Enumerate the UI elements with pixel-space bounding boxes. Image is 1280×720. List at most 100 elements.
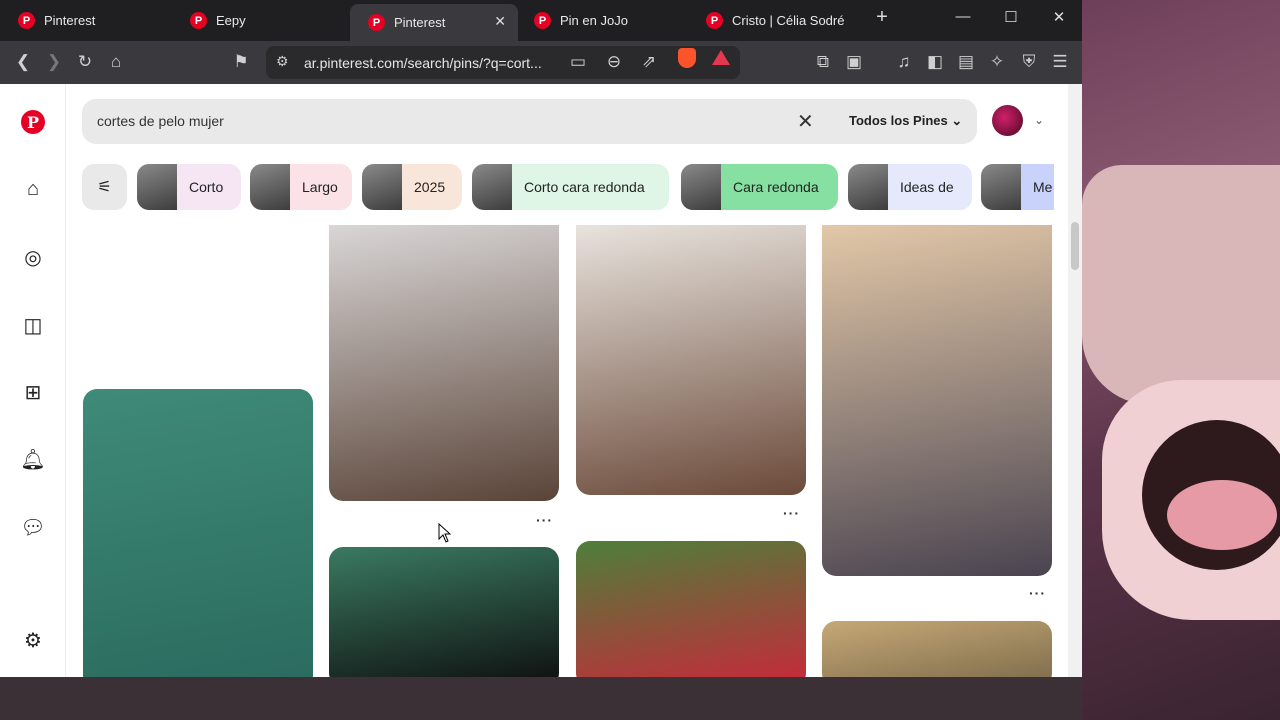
explore-compass-icon[interactable]: ◎	[20, 244, 46, 270]
messages-icon[interactable]: 💬︎	[20, 514, 46, 540]
chip-me[interactable]: Me	[981, 164, 1054, 210]
minimize-icon[interactable]: —	[951, 8, 975, 25]
search-bar: ✕ Todos los Pines ⌄	[82, 99, 977, 144]
chevron-down-icon: ⌄	[951, 113, 963, 128]
wallet-icon[interactable]: ▤	[954, 52, 978, 72]
bookmark-icon[interactable]: ⚑	[229, 52, 253, 72]
pinterest-page: P ⌂ ◎ ◫ ⊞ 🔔︎ 💬︎ ⚙ ✕ Todos los Pines ⌄ ⌄ …	[0, 84, 1082, 677]
vpn-icon[interactable]: ⛨	[1017, 52, 1041, 72]
pinterest-logo-icon[interactable]: P	[20, 109, 46, 135]
menu-icon[interactable]: ☰	[1048, 52, 1072, 72]
chip-ideas-de[interactable]: Ideas de	[848, 164, 972, 210]
tab-title: Pin en JoJo	[560, 13, 628, 28]
tab-pinterest-active[interactable]: P Pinterest ✕	[350, 4, 518, 41]
chip-thumbnail	[981, 164, 1021, 210]
filter-sliders-icon: ⚟	[97, 179, 112, 196]
overlay-shape	[1082, 165, 1280, 405]
chip-label: 2025	[414, 179, 446, 195]
chip-label: Largo	[302, 179, 338, 195]
chip-thumbnail	[848, 164, 888, 210]
chip-thumbnail	[362, 164, 402, 210]
browser-window: P Pinterest P Eepy P Pinterest ✕ P Pin e…	[0, 0, 1082, 677]
pin-image[interactable]	[576, 541, 806, 677]
browser-toolbar: ❮ ❯ ↻ ⌂ ⚑ ⚙ ar.pinterest.com/search/pins…	[0, 41, 1082, 84]
chip-label: Ideas de	[900, 179, 954, 195]
url-text: ar.pinterest.com/search/pins/?q=cort...	[304, 55, 542, 71]
video-overlay	[1082, 0, 1280, 720]
sidebar-icon[interactable]: ◧	[923, 52, 947, 72]
pin-image[interactable]	[329, 547, 559, 677]
brave-shields-icon[interactable]	[678, 48, 696, 68]
guided-search-chips: ⚟ Corto Largo 2025 Corto cara redonda Ca…	[82, 164, 1054, 210]
tab-title: Pinterest	[394, 15, 446, 30]
search-scope-label: Todos los Pines	[849, 113, 948, 128]
scrollbar-thumb[interactable]	[1071, 222, 1079, 270]
chip-corto[interactable]: Corto	[137, 164, 241, 210]
pin-more-options-icon[interactable]: ···	[1029, 585, 1046, 601]
pin-image[interactable]	[329, 225, 559, 501]
tab-title: Eepy	[216, 13, 246, 28]
search-scope-dropdown[interactable]: Todos los Pines ⌄	[849, 113, 962, 129]
settings-gear-icon[interactable]: ⚙	[20, 627, 46, 653]
tab-title: Cristo | Célia Sodré	[732, 13, 845, 28]
close-window-icon[interactable]: ✕	[1047, 8, 1071, 26]
chip-label: Me	[1033, 179, 1053, 195]
cast-icon[interactable]: ▭	[566, 52, 590, 72]
extensions-icon[interactable]: ⧉	[811, 52, 835, 72]
pin-image[interactable]	[83, 389, 313, 677]
tab-eepy[interactable]: P Eepy	[172, 4, 350, 37]
tab-cristo[interactable]: P Cristo | Célia Sodré	[688, 4, 858, 37]
pinterest-favicon-icon: P	[534, 12, 551, 29]
share-icon[interactable]: ⇗	[637, 52, 661, 72]
boards-icon[interactable]: ◫	[20, 312, 46, 338]
chip-label: Cara redonda	[733, 179, 819, 195]
pin-more-options-icon[interactable]: ···	[536, 512, 553, 528]
close-tab-icon[interactable]: ✕	[494, 13, 506, 30]
chip-corto-cara-redonda[interactable]: Corto cara redonda	[472, 164, 669, 210]
home-nav-icon[interactable]: ⌂	[20, 176, 46, 202]
forward-icon[interactable]: ❯	[42, 52, 66, 72]
pin-more-options-icon[interactable]: ···	[783, 505, 800, 521]
back-icon[interactable]: ❮	[11, 52, 35, 72]
left-nav: P ⌂ ◎ ◫ ⊞ 🔔︎ 💬︎ ⚙	[0, 84, 66, 677]
chip-label: Corto cara redonda	[524, 179, 645, 195]
tab-title: Pinterest	[44, 13, 96, 28]
chip-thumbnail	[681, 164, 721, 210]
chip-thumbnail	[472, 164, 512, 210]
tab-pin-en-jojo[interactable]: P Pin en JoJo	[516, 4, 688, 37]
pin-image[interactable]	[822, 225, 1052, 576]
chip-thumbnail	[250, 164, 290, 210]
avatar[interactable]	[992, 105, 1023, 136]
chip-cara-redonda[interactable]: Cara redonda	[681, 164, 838, 210]
filter-button[interactable]: ⚟	[82, 164, 127, 210]
chip-thumbnail	[137, 164, 177, 210]
zoom-icon[interactable]: ⊖	[602, 52, 626, 72]
tab-pinterest-1[interactable]: P Pinterest	[0, 4, 178, 37]
address-bar[interactable]: ⚙ ar.pinterest.com/search/pins/?q=cort..…	[266, 46, 740, 79]
tab-bar: P Pinterest P Eepy P Pinterest ✕ P Pin e…	[0, 0, 1082, 41]
create-pin-icon[interactable]: ⊞	[20, 379, 46, 405]
reload-icon[interactable]: ↻	[73, 52, 97, 72]
account-chevron-icon[interactable]: ⌄	[1034, 113, 1044, 127]
media-icon[interactable]: ♫	[892, 52, 916, 72]
pinterest-favicon-icon: P	[368, 14, 385, 31]
desktop-background	[0, 677, 1082, 720]
pin-image[interactable]	[576, 225, 806, 495]
overlay-shape	[1167, 480, 1277, 550]
chip-largo[interactable]: Largo	[250, 164, 352, 210]
pinterest-favicon-icon: P	[706, 12, 723, 29]
brave-rewards-icon[interactable]	[712, 50, 730, 65]
home-icon[interactable]: ⌂	[104, 52, 128, 72]
search-input[interactable]	[97, 110, 777, 132]
pin-image[interactable]	[822, 621, 1052, 677]
pinterest-favicon-icon: P	[18, 12, 35, 29]
page-scrollbar[interactable]	[1068, 84, 1082, 677]
chip-2025[interactable]: 2025	[362, 164, 462, 210]
maximize-icon[interactable]: ☐	[999, 8, 1023, 26]
reader-icon[interactable]: ▣	[842, 52, 866, 72]
leo-ai-icon[interactable]: ✧	[985, 52, 1009, 72]
clear-search-icon[interactable]: ✕	[797, 109, 814, 134]
site-settings-icon[interactable]: ⚙	[276, 53, 289, 70]
new-tab-icon[interactable]: +	[870, 6, 894, 29]
notifications-bell-icon[interactable]: 🔔︎	[20, 446, 46, 472]
